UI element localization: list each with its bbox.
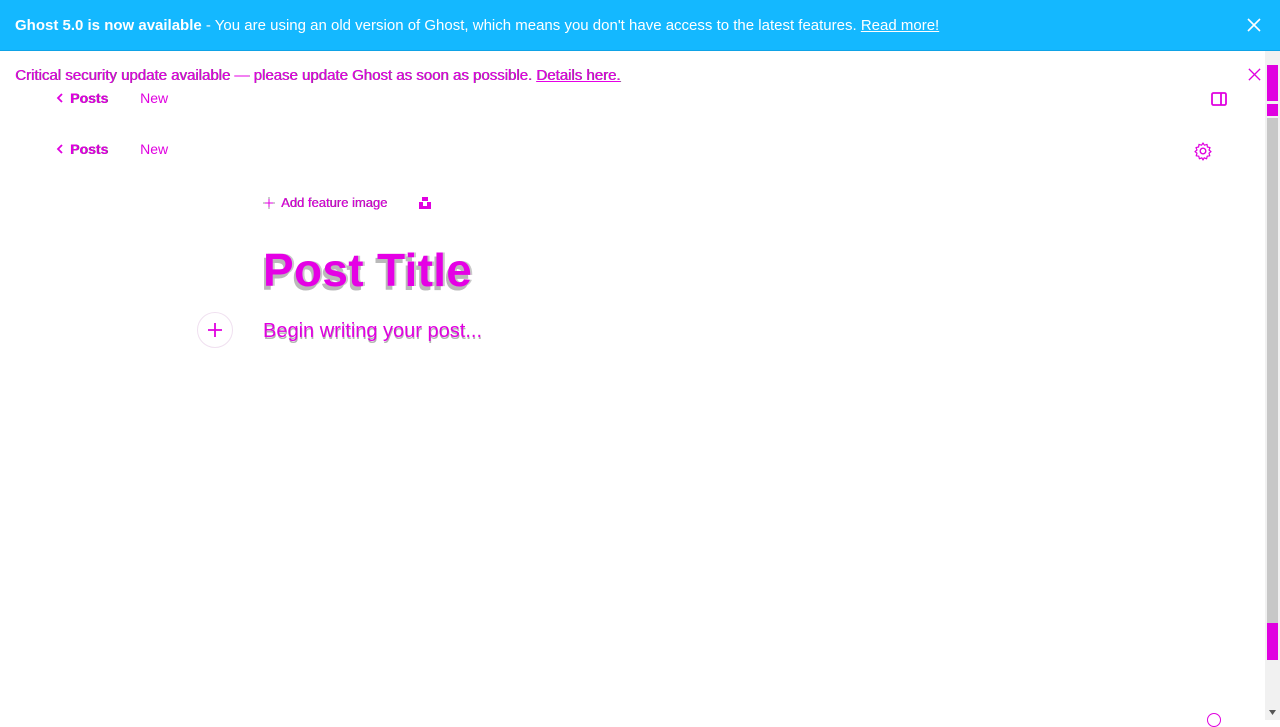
back-label: Posts (70, 141, 109, 157)
back-to-posts-link[interactable]: Posts (56, 141, 108, 157)
post-status: New (140, 90, 169, 106)
post-body-editor[interactable]: Begin writing your post... (263, 320, 482, 343)
sidebar-toggle-icon[interactable] (1210, 91, 1228, 107)
scrollbar-thumb[interactable] (1267, 118, 1278, 623)
plus-icon (208, 323, 222, 337)
feature-image-label: Add feature image (281, 195, 388, 210)
help-icon[interactable] (1207, 713, 1221, 727)
back-to-posts-link[interactable]: Posts (56, 90, 108, 106)
scroll-up-arrow[interactable] (1267, 104, 1278, 116)
banner-message: - You are using an old version of Ghost,… (201, 16, 861, 34)
gear-icon[interactable] (1193, 141, 1213, 161)
unsplash-icon[interactable] (417, 195, 433, 211)
chevron-left-icon (56, 93, 63, 103)
breadcrumb: Posts New (56, 90, 168, 106)
update-banner: Ghost 5.0 is now available - You are usi… (0, 0, 1280, 51)
scrollbar-marker (1267, 65, 1278, 101)
banner-read-more-link[interactable]: Read more! (861, 17, 939, 34)
security-alert-message: Critical security update available — ple… (15, 67, 537, 84)
scrollbar-marker (1267, 623, 1278, 660)
add-card-button[interactable] (197, 312, 233, 348)
add-feature-image-button[interactable]: Add feature image (263, 195, 387, 210)
security-details-link[interactable]: Details here. (536, 67, 620, 84)
breadcrumb: Posts New (56, 141, 168, 157)
close-icon[interactable] (1246, 17, 1262, 33)
chevron-left-icon (56, 144, 63, 154)
plus-icon (263, 196, 275, 209)
banner-title: Ghost 5.0 is now available (15, 16, 202, 34)
post-status: New (140, 141, 169, 157)
close-icon[interactable] (1247, 67, 1262, 82)
post-title-input[interactable]: Post Title (263, 243, 472, 297)
back-label: Posts (70, 90, 109, 106)
security-alert: Critical security update available — ple… (15, 67, 620, 84)
scroll-down-arrow[interactable] (1267, 706, 1278, 718)
